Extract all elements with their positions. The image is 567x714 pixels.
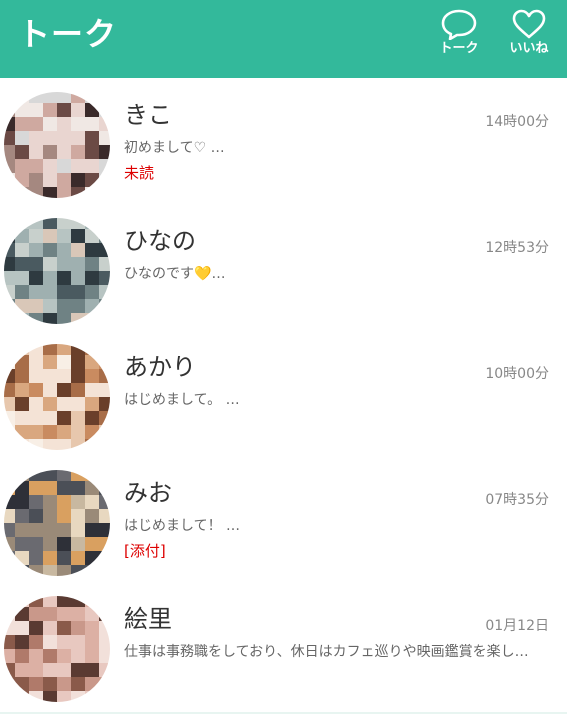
app-header: トーク トーク いいね: [0, 0, 567, 78]
unread-badge: 未読: [124, 164, 155, 182]
conversation-row[interactable]: きこ 14時00分 初めまして♡ … 未読: [0, 78, 567, 204]
heart-icon: [512, 9, 546, 39]
conversation-row[interactable]: みお 07時35分 はじめまして！ … [添付]: [0, 456, 567, 582]
message-preview: ひなのです💛…: [124, 265, 560, 283]
attachment-badge: [添付]: [124, 542, 166, 560]
avatar[interactable]: [4, 218, 110, 324]
like-nav-button[interactable]: いいね: [501, 6, 557, 68]
talk-nav-button[interactable]: トーク: [431, 6, 487, 68]
avatar[interactable]: [4, 470, 110, 576]
message-time: 14時00分: [485, 114, 549, 130]
message-preview: 仕事は事務職をしており、休日はカフェ巡りや映画鑑賞を楽し…: [124, 644, 529, 660]
conversation-list: きこ 14時00分 初めまして♡ … 未読 ひなの 12時53分 ひなのです💛……: [0, 78, 567, 708]
sender-name: ひなの: [124, 227, 196, 255]
message-time: 01月12日: [485, 618, 549, 634]
yellow-heart-emoji: 💛: [194, 266, 212, 282]
message-preview-text: ひなのです: [124, 266, 194, 282]
conversation-row[interactable]: 絵里 01月12日 仕事は事務職をしており、休日はカフェ巡りや映画鑑賞を楽し…: [0, 582, 567, 708]
talk-nav-label: トーク: [439, 41, 479, 56]
sender-name: きこ: [124, 101, 172, 129]
message-time: 07時35分: [485, 492, 549, 508]
message-preview: はじめまして！ …: [124, 518, 241, 534]
like-nav-label: いいね: [509, 41, 549, 56]
avatar[interactable]: [4, 596, 110, 702]
page-title: トーク: [18, 15, 118, 53]
message-preview: はじめまして。 …: [124, 392, 240, 408]
message-preview: 初めまして♡ …: [124, 140, 225, 156]
message-time: 10時00分: [485, 366, 549, 382]
conversation-row[interactable]: あかり 10時00分 はじめまして。 …: [0, 330, 567, 456]
avatar[interactable]: [4, 92, 110, 198]
avatar[interactable]: [4, 344, 110, 450]
ellipsis: …: [211, 266, 226, 282]
message-time: 12時53分: [485, 240, 549, 256]
sender-name: みお: [124, 479, 172, 507]
sender-name: あかり: [124, 353, 196, 381]
conversation-row[interactable]: ひなの 12時53分 ひなのです💛…: [0, 204, 567, 330]
sender-name: 絵里: [124, 605, 172, 633]
speech-bubble-icon: [441, 9, 477, 40]
